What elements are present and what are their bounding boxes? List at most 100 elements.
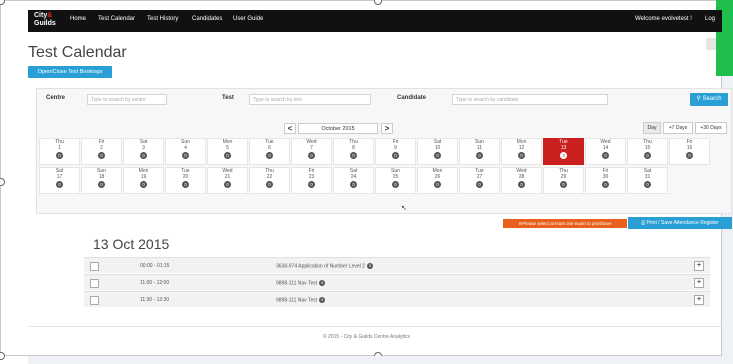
session-date-heading: 13 Oct 2015 (93, 236, 170, 252)
calendar-day[interactable]: Sat 10 0 (417, 138, 458, 165)
calendar-day[interactable]: Mon 5 0 (207, 138, 248, 165)
calendar-day[interactable]: Thu 22 0 (249, 167, 290, 194)
resize-handle-bottom-left[interactable] (0, 352, 5, 360)
exam-count-badge: 0 (434, 152, 441, 159)
session-row[interactable]: 11:00 - 12:00 9898-111 Nav Test ℹ + (84, 274, 710, 290)
day-date: 20 (182, 174, 189, 180)
session-time: 11:00 - 12:00 (140, 280, 170, 286)
test-search-input[interactable]: Type to search by test (249, 94, 371, 105)
calendar-day[interactable]: Sat 17 0 (39, 167, 80, 194)
exam-count-badge: 0 (266, 152, 273, 159)
session-row[interactable]: 11:30 - 12:30 9898-111 Nav Test ℹ + (84, 291, 710, 307)
row-checkbox[interactable] (90, 262, 99, 271)
calendar-day[interactable]: Tue 27 0 (459, 167, 500, 194)
day-date: 2 (100, 145, 103, 151)
calendar-day[interactable]: Wed 7 0 (291, 138, 332, 165)
candidate-search-input[interactable]: Type to search by candidate (452, 94, 608, 105)
exam-count-badge: 0 (476, 152, 483, 159)
calendar-day[interactable]: Wed 21 0 (207, 167, 248, 194)
calendar-day[interactable]: Thu 15 0 (627, 138, 668, 165)
logout-link[interactable]: Log (705, 16, 715, 22)
nav-test-calendar[interactable]: Test Calendar (98, 16, 135, 22)
nav-test-history[interactable]: Test History (147, 16, 178, 22)
row-checkbox[interactable] (90, 296, 99, 305)
calendar-day[interactable]: Thu 29 0 (543, 167, 584, 194)
calendar-day[interactable]: Wed 14 0 (585, 138, 626, 165)
range-30-days-button[interactable]: +30 Days (695, 122, 727, 134)
calendar-day[interactable]: Tue 20 0 (165, 167, 206, 194)
session-name: 9898-111 Nav Test ℹ (276, 280, 326, 286)
calendar-day[interactable]: Sat 3 0 (123, 138, 164, 165)
calendar-day[interactable]: Sun 25 0 (375, 167, 416, 194)
calendar-day[interactable]: Mon 26 0 (417, 167, 458, 194)
info-icon[interactable]: ℹ (366, 263, 373, 269)
calendar-day[interactable]: Fri 23 0 (291, 167, 332, 194)
expand-plus-icon[interactable]: + (694, 261, 704, 271)
calendar-day[interactable]: Thu 1 0 (39, 138, 80, 165)
calendar-day[interactable]: Mon 19 0 (123, 167, 164, 194)
expand-plus-icon[interactable]: + (694, 295, 704, 305)
calendar-day[interactable]: Sat 24 0 (333, 167, 374, 194)
row-checkbox[interactable] (90, 279, 99, 288)
exam-count-badge: 3 (560, 152, 567, 159)
calendar-day[interactable]: Fri 16 0 (669, 138, 710, 165)
nav-home[interactable]: Home (70, 16, 86, 22)
day-date: 24 (350, 174, 357, 180)
day-date: 1 (58, 145, 61, 151)
day-date: 11 (476, 145, 483, 151)
nav-candidates[interactable]: Candidates (192, 16, 222, 22)
range-day-button[interactable]: Day (643, 122, 661, 134)
info-icon[interactable]: ℹ (319, 280, 326, 286)
calendar-day[interactable]: Sun 4 0 (165, 138, 206, 165)
calendar-day[interactable]: Sun 18 0 (81, 167, 122, 194)
candidate-label: Candidate (397, 95, 427, 101)
day-date: 21 (224, 174, 231, 180)
calendar-day[interactable]: Tue 6 0 (249, 138, 290, 165)
top-right-control[interactable] (706, 38, 716, 50)
exam-count-badge: 0 (266, 181, 273, 188)
day-date: 6 (268, 145, 271, 151)
city-guilds-logo[interactable]: City& Guilds (34, 12, 60, 30)
open-close-bookings-button[interactable]: Open/Close Test Bookings (28, 66, 112, 78)
calendar-day[interactable]: Sun 11 0 (459, 138, 500, 165)
search-button[interactable]: ⚲ Search (690, 93, 728, 106)
range-7-days-button[interactable]: +7 Days (663, 122, 693, 134)
calendar-day[interactable]: Fri 2 0 (81, 138, 122, 165)
session-name: 3638-974 Application of Number Level 2ℹ (276, 263, 373, 269)
print-attendance-register-button[interactable]: ⎙ Print / Save Attendance Register (628, 217, 732, 229)
next-month-button[interactable]: > (381, 123, 393, 134)
day-date: 27 (476, 174, 483, 180)
calendar-day[interactable]: Wed 28 0 (501, 167, 542, 194)
day-date: 30 (602, 174, 609, 180)
session-row[interactable]: 00:00 - 01:15 3638-974 Application of Nu… (84, 257, 710, 273)
exam-count-badge: 0 (644, 181, 651, 188)
exam-count-badge: 0 (182, 181, 189, 188)
exam-count-badge: 0 (140, 152, 147, 159)
day-date: 16 (686, 145, 693, 151)
top-navigation-bar: City& Guilds Home Test Calendar Test His… (28, 10, 722, 32)
exam-count-badge: 0 (434, 181, 441, 188)
calendar-day[interactable]: Thu 8 0 (333, 138, 374, 165)
centre-search-input[interactable]: Type to search by centre (87, 94, 167, 105)
exam-count-badge: 0 (224, 152, 231, 159)
calendar-day[interactable]: Fri 9 0 (375, 138, 416, 165)
select-exam-warning: ⊖Please select at least one exam to prin… (503, 219, 627, 228)
window-bottom-edge (28, 356, 722, 364)
info-icon[interactable]: ℹ (319, 297, 326, 303)
mouse-cursor-icon: ↖ (401, 205, 407, 212)
exam-count-badge: 0 (350, 181, 357, 188)
exam-count-badge: 0 (308, 152, 315, 159)
calendar-day[interactable]: Tue 13 3 (543, 138, 584, 165)
nav-user-guide[interactable]: User Guide (233, 16, 263, 22)
prev-month-button[interactable]: < (284, 123, 296, 134)
calendar-day[interactable]: Fri 30 0 (585, 167, 626, 194)
exam-count-badge: 0 (686, 152, 693, 159)
day-date: 26 (434, 174, 441, 180)
expand-plus-icon[interactable]: + (694, 278, 704, 288)
calendar-day[interactable]: Sat 31 0 (627, 167, 668, 194)
exam-count-badge: 0 (56, 152, 63, 159)
day-date: 14 (602, 145, 609, 151)
day-date: 3 (142, 145, 145, 151)
day-date: 23 (308, 174, 315, 180)
calendar-day[interactable]: Mon 12 0 (501, 138, 542, 165)
